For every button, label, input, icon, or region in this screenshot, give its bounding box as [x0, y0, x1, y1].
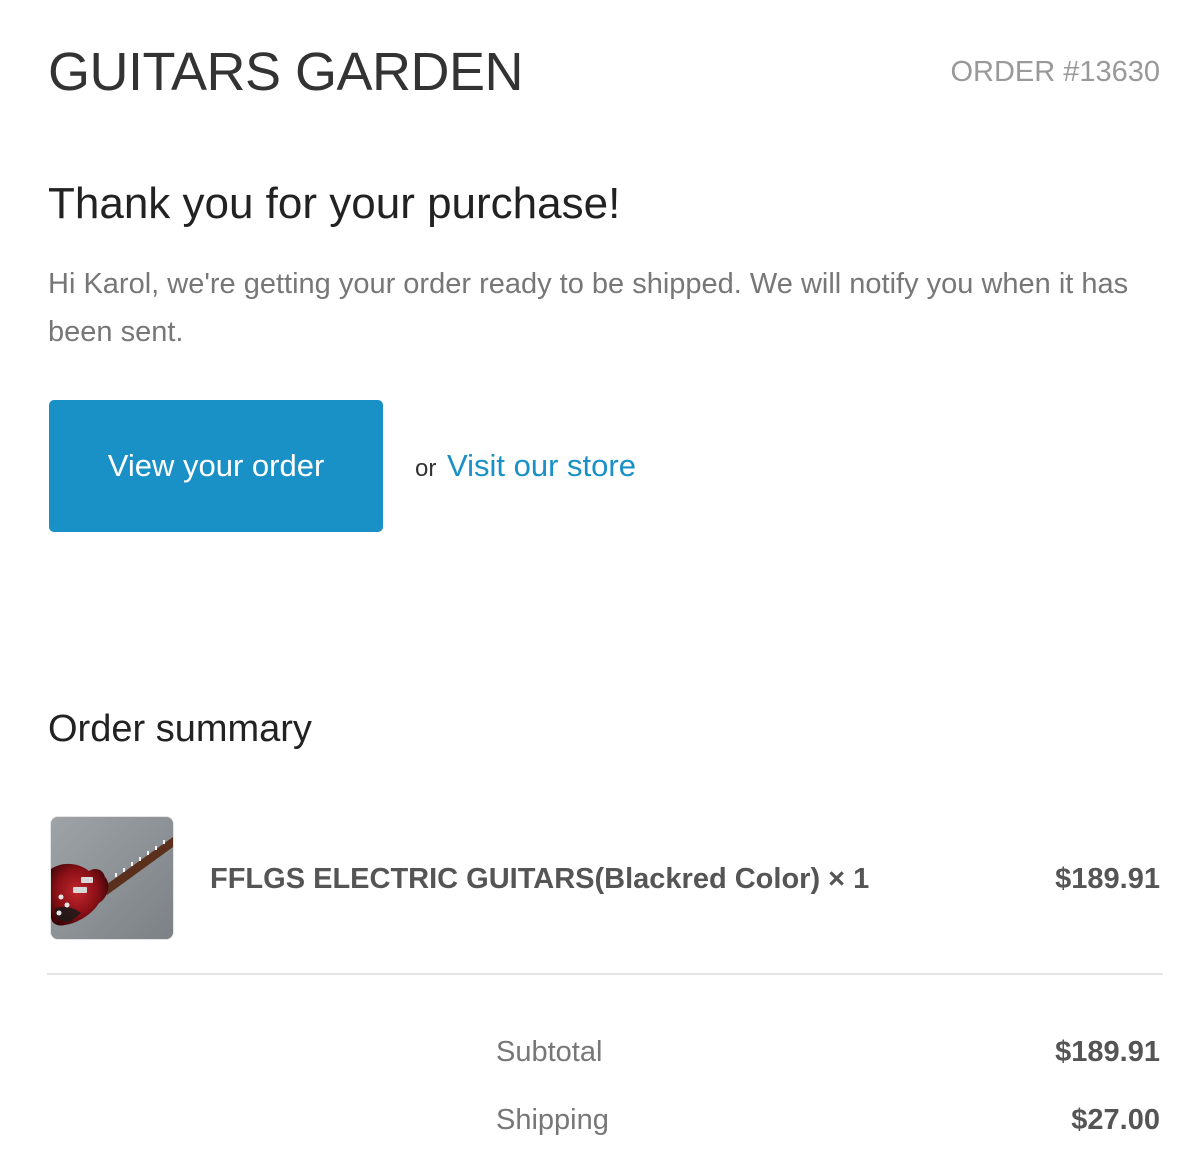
- alternate-link: or Visit our store: [415, 444, 636, 491]
- divider: [47, 973, 1163, 975]
- shop-name: GUITARS GARDEN: [48, 42, 524, 102]
- order-number: ORDER #13630: [950, 56, 1160, 88]
- item-title: FFLGS ELECTRIC GUITARS(Blackred Color) ×…: [210, 863, 870, 895]
- subtotal-row: Subtotal $189.91: [496, 1030, 1160, 1098]
- item-price: $189.91: [1055, 863, 1160, 895]
- confirmation-title: Thank you for your purchase!: [48, 179, 621, 228]
- subtotal-value: $189.91: [1055, 1036, 1160, 1068]
- guitar-product-image: [50, 816, 174, 940]
- order-totals: Subtotal $189.91 Shipping $27.00: [496, 1030, 1160, 1166]
- order-summary-title: Order summary: [48, 708, 312, 750]
- subtotal-label: Subtotal: [496, 1036, 603, 1068]
- shipping-value: $27.00: [1071, 1104, 1160, 1136]
- confirmation-message: Hi Karol, we're getting your order ready…: [48, 268, 1129, 348]
- line-item: FFLGS ELECTRIC GUITARS(Blackred Color) ×…: [48, 816, 1160, 940]
- email-header: GUITARS GARDEN ORDER #13630: [48, 40, 1160, 110]
- visit-store-link[interactable]: Visit our store: [447, 448, 636, 483]
- view-order-button[interactable]: View your order: [49, 400, 383, 532]
- shipping-label: Shipping: [496, 1104, 609, 1136]
- or-text: or: [415, 455, 437, 482]
- shipping-row: Shipping $27.00: [496, 1098, 1160, 1166]
